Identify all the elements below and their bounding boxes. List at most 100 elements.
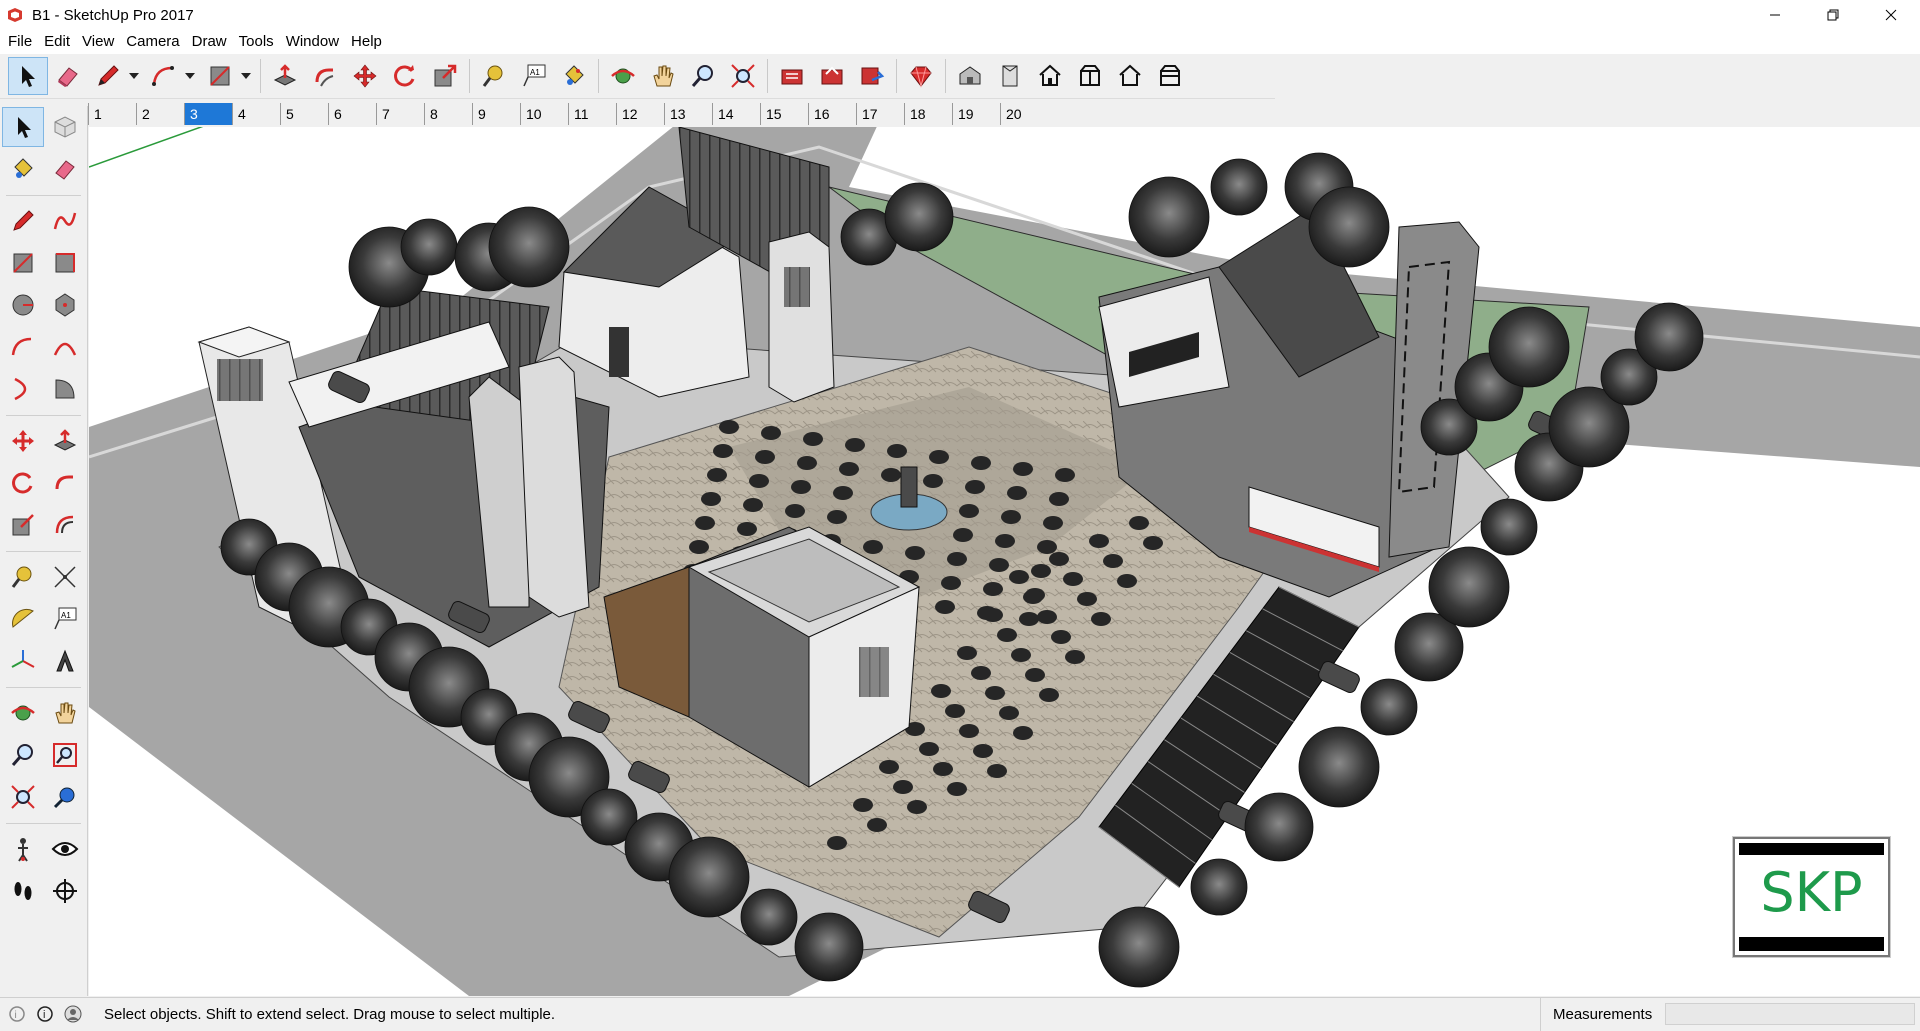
scene-tab-active[interactable]: 3 (184, 103, 232, 125)
menu-tools[interactable]: Tools (233, 30, 280, 54)
section-plane-tool-button[interactable] (44, 871, 86, 911)
measurements-input[interactable] (1665, 1003, 1915, 1025)
offset-tool-button[interactable] (44, 505, 86, 545)
previous-view-button[interactable] (44, 777, 86, 817)
walk-tool-button[interactable] (2, 871, 44, 911)
restore-button[interactable] (1804, 0, 1862, 30)
top-view-button[interactable] (990, 57, 1030, 95)
make-component-button[interactable] (44, 107, 86, 147)
menu-draw[interactable]: Draw (186, 30, 233, 54)
text-tool-button[interactable]: A1 (514, 57, 554, 95)
scene-tab[interactable]: 9 (472, 103, 520, 125)
menu-edit[interactable]: Edit (38, 30, 76, 54)
scene-tab[interactable]: 20 (1000, 103, 1048, 125)
user-account-button[interactable] (62, 1003, 84, 1025)
scene-tab[interactable]: 17 (856, 103, 904, 125)
line-tool-button[interactable] (2, 201, 44, 241)
menu-camera[interactable]: Camera (120, 30, 185, 54)
orbit-tool-button[interactable] (603, 57, 643, 95)
iso-view-button[interactable] (950, 57, 990, 95)
rectangle-tool-dropdown[interactable] (240, 57, 252, 95)
zoom-window-tool-button[interactable] (44, 735, 86, 775)
left-view-button[interactable] (1150, 57, 1190, 95)
scene-tab[interactable]: 8 (424, 103, 472, 125)
scene-tab[interactable]: 6 (328, 103, 376, 125)
zoom-tool-button[interactable] (2, 735, 44, 775)
scene-tab[interactable]: 14 (712, 103, 760, 125)
rotate-tool-button[interactable] (385, 57, 425, 95)
arc-tool-button[interactable] (144, 57, 184, 95)
text-tool-button[interactable]: A1 (44, 599, 86, 639)
rectangle-tool-button[interactable] (2, 243, 44, 283)
move-tool-button[interactable] (2, 421, 44, 461)
close-button[interactable] (1862, 0, 1920, 30)
select-tool-button[interactable] (2, 107, 44, 147)
front-view-button[interactable] (1030, 57, 1070, 95)
line-tool-button[interactable] (88, 57, 128, 95)
paint-bucket-tool-button[interactable] (554, 57, 594, 95)
push-pull-tool-button[interactable] (265, 57, 305, 95)
scene-tab[interactable]: 2 (136, 103, 184, 125)
scale-tool-button[interactable] (425, 57, 465, 95)
pan-tool-button[interactable] (643, 57, 683, 95)
axes-tool-button[interactable] (2, 641, 44, 681)
rectangle-tool-button[interactable] (200, 57, 240, 95)
three-point-arc-tool-button[interactable] (2, 369, 44, 409)
pan-tool-button[interactable] (44, 693, 86, 733)
circle-tool-button[interactable] (2, 285, 44, 325)
pie-tool-button[interactable] (44, 369, 86, 409)
eraser-tool-button[interactable] (48, 57, 88, 95)
warehouse-button[interactable] (772, 57, 812, 95)
credits-button[interactable]: i (34, 1003, 56, 1025)
scene-tab[interactable]: 4 (232, 103, 280, 125)
look-around-tool-button[interactable] (44, 829, 86, 869)
menu-view[interactable]: View (76, 30, 120, 54)
position-camera-tool-button[interactable] (2, 829, 44, 869)
back-view-button[interactable] (1110, 57, 1150, 95)
scale-tool-button[interactable] (2, 505, 44, 545)
freehand-tool-button[interactable] (44, 201, 86, 241)
scene-tab[interactable]: 5 (280, 103, 328, 125)
two-point-arc-tool-button[interactable] (44, 327, 86, 367)
orbit-tool-button[interactable] (2, 693, 44, 733)
model-viewport[interactable] (89, 127, 1920, 996)
select-tool-button[interactable] (8, 57, 48, 95)
zoom-extents-tool-button[interactable] (2, 777, 44, 817)
3d-text-tool-button[interactable] (44, 641, 86, 681)
line-tool-dropdown[interactable] (128, 57, 140, 95)
menu-file[interactable]: File (2, 30, 38, 54)
scene-tab[interactable]: 16 (808, 103, 856, 125)
scene-tab[interactable]: 15 (760, 103, 808, 125)
tape-measure-tool-button[interactable] (2, 557, 44, 597)
rotate-tool-button[interactable] (2, 463, 44, 503)
minimize-button[interactable] (1746, 0, 1804, 30)
polygon-tool-button[interactable] (44, 285, 86, 325)
scene-tab[interactable]: 11 (568, 103, 616, 125)
arc-tool-button[interactable] (2, 327, 44, 367)
rotated-rectangle-tool-button[interactable] (44, 243, 86, 283)
scene-tab[interactable]: 7 (376, 103, 424, 125)
geo-location-button[interactable]: i (6, 1003, 28, 1025)
paint-bucket-tool-button[interactable] (2, 149, 44, 189)
zoom-tool-button[interactable] (683, 57, 723, 95)
eraser-tool-button[interactable] (44, 149, 86, 189)
scene-tab[interactable]: 19 (952, 103, 1000, 125)
move-tool-button[interactable] (345, 57, 385, 95)
menu-help[interactable]: Help (345, 30, 388, 54)
share-model-button[interactable] (812, 57, 852, 95)
right-view-button[interactable] (1070, 57, 1110, 95)
dimension-tool-button[interactable] (44, 557, 86, 597)
follow-me-tool-button[interactable] (44, 463, 86, 503)
share-component-button[interactable] (852, 57, 892, 95)
protractor-tool-button[interactable] (2, 599, 44, 639)
tape-measure-tool-button[interactable] (474, 57, 514, 95)
scene-tab[interactable]: 12 (616, 103, 664, 125)
follow-me-tool-button[interactable] (305, 57, 345, 95)
menu-window[interactable]: Window (280, 30, 345, 54)
scene-tab[interactable]: 13 (664, 103, 712, 125)
arc-tool-dropdown[interactable] (184, 57, 196, 95)
scene-tab[interactable]: 18 (904, 103, 952, 125)
extension-warehouse-button[interactable] (901, 57, 941, 95)
push-pull-tool-button[interactable] (44, 421, 86, 461)
scene-tab[interactable]: 10 (520, 103, 568, 125)
